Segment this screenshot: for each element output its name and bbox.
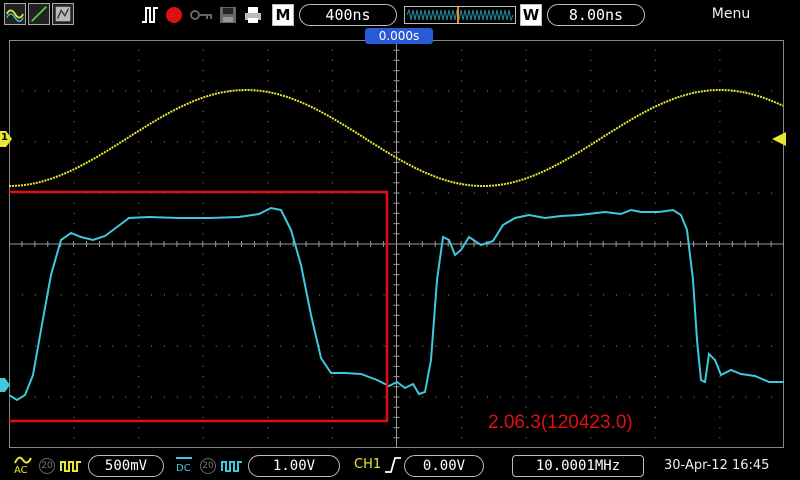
trigger-level-display[interactable]: 0.00V bbox=[404, 455, 484, 477]
ch2-probe-icon bbox=[221, 461, 242, 472]
sine-wave-icon[interactable] bbox=[4, 3, 26, 25]
key-icon bbox=[190, 10, 212, 20]
graticule bbox=[9, 40, 784, 448]
frequency-counter: 10.0001MHz bbox=[512, 455, 644, 477]
trigger-source[interactable]: CH1 bbox=[354, 457, 381, 472]
printer-icon[interactable] bbox=[243, 5, 263, 25]
memory-position-bar[interactable] bbox=[404, 6, 516, 24]
arbitrary-wave-icon[interactable] bbox=[52, 3, 74, 25]
ch2-coupling[interactable]: DC bbox=[176, 463, 191, 474]
ch1-marker-label: 1 bbox=[1, 132, 8, 143]
ch1-bw-limit-icon: 20 bbox=[39, 458, 55, 474]
ch1-scale-display[interactable]: 500mV bbox=[88, 455, 164, 477]
pulse-trigger-icon[interactable] bbox=[140, 5, 160, 25]
ch1-coupling[interactable]: AC bbox=[14, 465, 28, 476]
window-timebase-display[interactable]: 8.00ns bbox=[547, 4, 645, 26]
bottom-status-bar: AC 20 500mV DC 20 1.00V CH1 0.00V 10.000… bbox=[0, 451, 800, 480]
date-time: 30-Apr-12 16:45 bbox=[664, 458, 770, 473]
menu-button[interactable]: Menu bbox=[696, 6, 766, 22]
trigger-position-badge[interactable]: 0.000s bbox=[365, 28, 433, 44]
rising-edge-icon[interactable] bbox=[384, 456, 402, 474]
stop-indicator-icon[interactable] bbox=[165, 6, 183, 24]
ramp-wave-icon[interactable] bbox=[28, 3, 50, 25]
firmware-version-text: 2.06.3(120423.0) bbox=[488, 412, 633, 433]
waveform-screen bbox=[9, 40, 784, 448]
trigger-level-marker[interactable] bbox=[772, 132, 786, 146]
timebase-display[interactable]: 400ns bbox=[299, 4, 397, 26]
ch2-bw-limit-icon: 20 bbox=[200, 458, 216, 474]
window-badge[interactable]: W bbox=[520, 4, 542, 26]
ch2-level-marker[interactable] bbox=[0, 378, 10, 392]
save-disk-icon[interactable] bbox=[218, 5, 238, 25]
ch2-scale-display[interactable]: 1.00V bbox=[248, 455, 340, 477]
top-status-bar: M 400ns W 8.00ns Menu bbox=[0, 0, 800, 30]
ch1-probe-icon bbox=[60, 461, 81, 472]
horizontal-mode-badge[interactable]: M bbox=[272, 4, 294, 26]
ch2-wave-icon bbox=[176, 457, 192, 459]
highlight-box bbox=[9, 190, 389, 423]
